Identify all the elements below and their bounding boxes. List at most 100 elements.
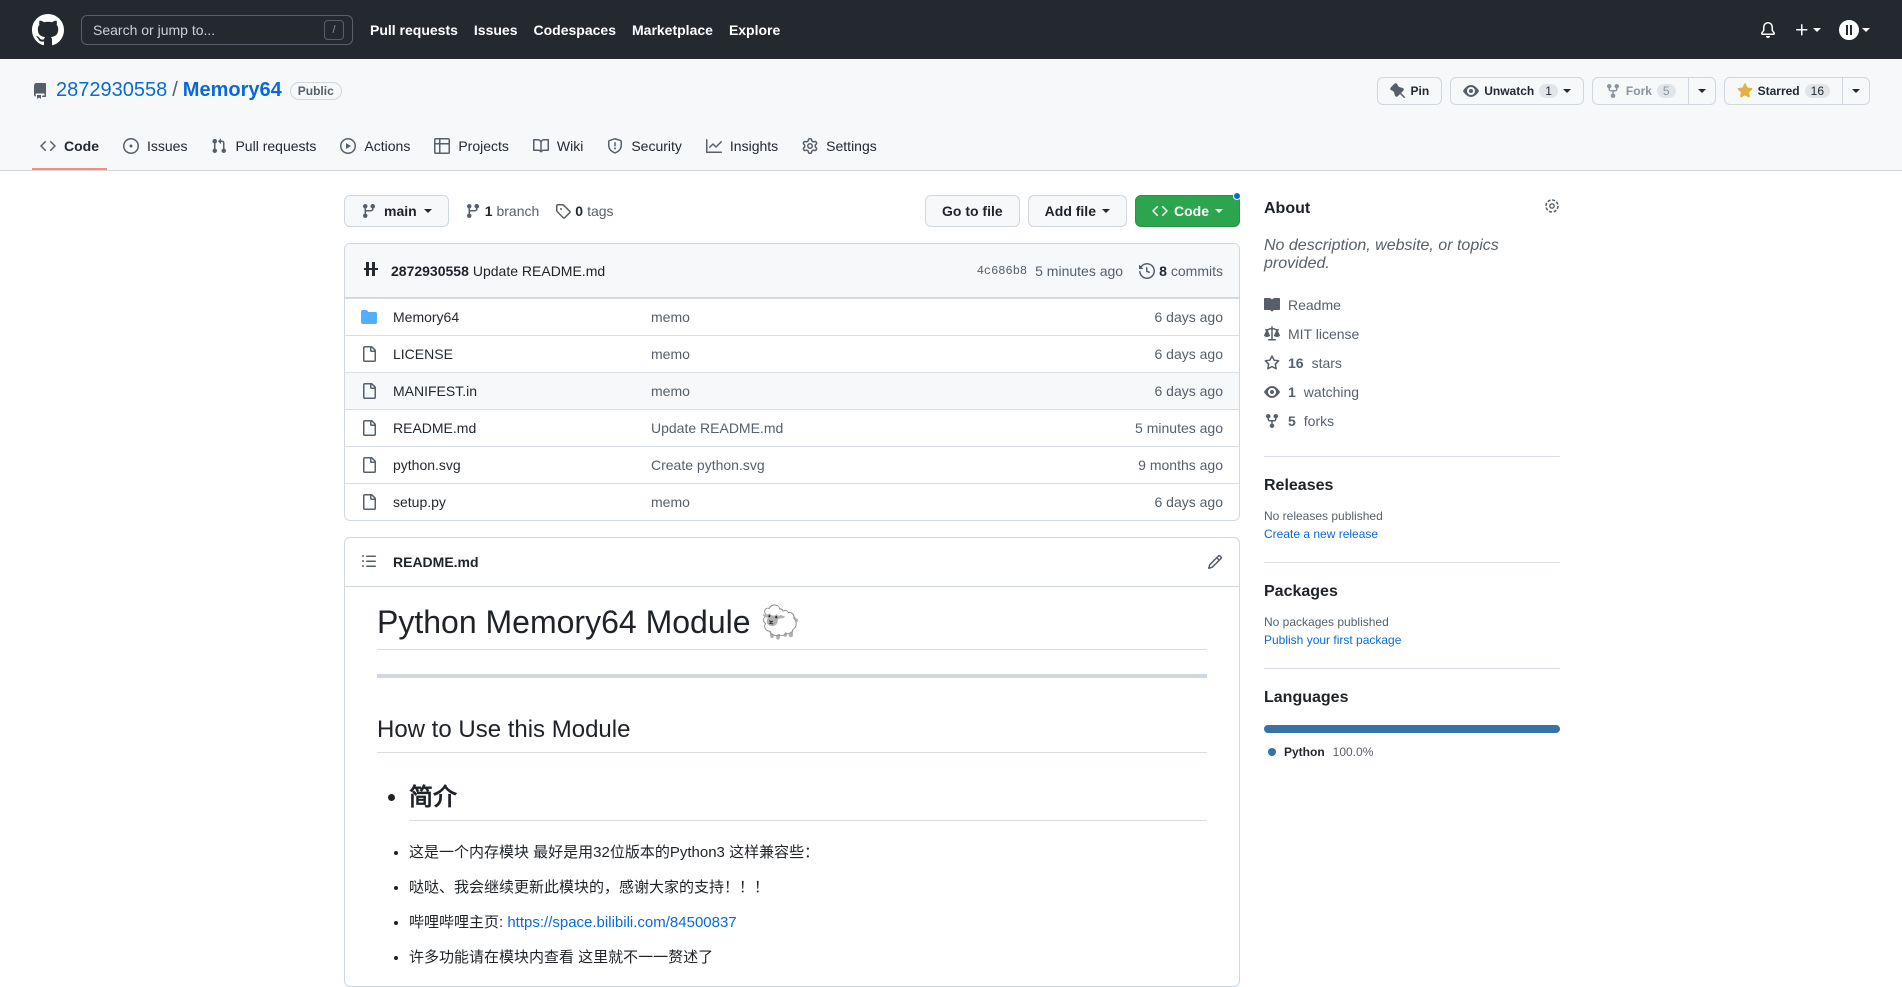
readme-header: README.md <box>345 538 1239 587</box>
pin-button[interactable]: Pin <box>1376 77 1443 105</box>
notification-dot <box>1233 192 1241 200</box>
file-name[interactable]: Memory64 <box>393 309 651 325</box>
fork-button[interactable]: Fork 5 <box>1591 77 1716 105</box>
file-row[interactable]: Memory64 memo 6 days ago <box>345 298 1239 335</box>
tab-security[interactable]: Security <box>599 124 690 170</box>
license-link[interactable]: MIT license <box>1264 319 1560 348</box>
forks-link[interactable]: 5 forks <box>1264 406 1560 435</box>
file-row[interactable]: LICENSE memo 6 days ago <box>345 335 1239 372</box>
go-to-file-button[interactable]: Go to file <box>924 195 1020 227</box>
pin-label: Pin <box>1410 84 1430 98</box>
tab-settings[interactable]: Settings <box>794 124 885 170</box>
branch-icon <box>362 204 375 219</box>
list-icon[interactable] <box>361 553 377 572</box>
add-file-button[interactable]: Add file <box>1027 195 1127 227</box>
tab-projects[interactable]: Projects <box>426 124 517 170</box>
forks-word: forks <box>1303 412 1335 429</box>
author-avatar[interactable] <box>361 259 381 282</box>
play-icon <box>340 138 357 154</box>
file-actions: Go to file Add file Code <box>924 192 1241 227</box>
commit-time: 5 minutes ago <box>1035 262 1124 279</box>
file-name[interactable]: README.md <box>393 420 651 436</box>
file-icon <box>361 420 377 436</box>
tab-issues-label: Issues <box>147 138 188 154</box>
file-name[interactable]: setup.py <box>393 494 651 510</box>
stars-link[interactable]: 16 stars <box>1264 348 1560 377</box>
commits-history-link[interactable]: 8 commits <box>1139 263 1223 279</box>
file-commit-message[interactable]: memo <box>651 383 1155 399</box>
packages-title[interactable]: Packages <box>1264 583 1560 601</box>
watching-link[interactable]: 1 watching <box>1264 377 1560 406</box>
starred-button[interactable]: Starred 16 <box>1723 77 1870 105</box>
file-commit-message[interactable]: memo <box>651 494 1155 510</box>
tab-settings-label: Settings <box>826 138 877 154</box>
language-item[interactable]: Python 100.0% <box>1264 745 1560 759</box>
nav-explore[interactable]: Explore <box>729 22 780 38</box>
file-commit-message[interactable]: memo <box>651 346 1155 362</box>
user-menu[interactable] <box>1839 19 1870 40</box>
tab-code[interactable]: Code <box>32 124 107 170</box>
tags-link[interactable]: 0 tags <box>555 203 614 219</box>
commit-author[interactable]: 2872930558 <box>391 263 469 279</box>
branches-link[interactable]: 1 branch <box>465 203 539 219</box>
file-row[interactable]: setup.py memo 6 days ago <box>345 483 1239 520</box>
file-commit-message[interactable]: Update README.md <box>651 420 1135 436</box>
about-title: About <box>1264 199 1311 217</box>
file-name[interactable]: python.svg <box>393 457 651 473</box>
about-description: No description, website, or topics provi… <box>1264 237 1499 272</box>
tab-issues[interactable]: Issues <box>115 124 195 170</box>
notifications-bell-icon[interactable] <box>1760 21 1776 38</box>
file-name[interactable]: LICENSE <box>393 346 651 362</box>
readme-filename[interactable]: README.md <box>393 554 479 570</box>
fork-label: Fork <box>1625 84 1652 98</box>
repo-name-link[interactable]: Memory64 <box>183 79 282 102</box>
file-age: 6 days ago <box>1154 309 1224 325</box>
search-input[interactable]: Search or jump to... / <box>81 14 353 45</box>
caret-down-icon <box>423 209 432 213</box>
commit-message[interactable]: Update README.md <box>473 263 605 279</box>
issue-icon <box>123 138 139 154</box>
list-item: 许多功能请在模块内查看 这里就不一一赘述了 <box>409 946 1207 967</box>
nav-codespaces[interactable]: Codespaces <box>534 22 616 38</box>
readme-link[interactable]: Readme <box>1264 290 1560 319</box>
github-logo-icon[interactable] <box>32 13 64 46</box>
edit-pencil-icon[interactable] <box>1207 554 1223 570</box>
fork-icon <box>1266 413 1278 428</box>
readme-panel: README.md Python Memory64 Module 🐑 How t… <box>344 537 1240 987</box>
book-icon <box>532 138 549 153</box>
unwatch-button[interactable]: Unwatch 1 <box>1450 77 1584 105</box>
publish-package-link[interactable]: Publish your first package <box>1264 633 1560 647</box>
file-row[interactable]: python.svg Create python.svg 9 months ag… <box>345 446 1239 483</box>
repo-owner-link[interactable]: 2872930558 <box>56 79 167 102</box>
create-release-link[interactable]: Create a new release <box>1264 527 1560 541</box>
about-stats: Readme MIT license 16 stars 1 watching 5… <box>1264 290 1560 435</box>
commit-sha[interactable]: 4c686b8 <box>977 264 1027 278</box>
tab-insights[interactable]: Insights <box>698 124 786 170</box>
book-icon <box>1264 297 1280 311</box>
file-row[interactable]: MANIFEST.in memo 6 days ago <box>345 372 1239 409</box>
tab-wiki[interactable]: Wiki <box>525 124 591 170</box>
star-dropdown[interactable] <box>1842 78 1869 104</box>
releases-title[interactable]: Releases <box>1264 477 1560 495</box>
tag-word: tags <box>587 203 614 219</box>
tab-actions[interactable]: Actions <box>332 124 418 170</box>
folder-icon <box>361 309 377 325</box>
gear-icon[interactable] <box>1544 198 1560 219</box>
nav-issues[interactable]: Issues <box>474 22 518 38</box>
branch-selector-button[interactable]: main <box>344 195 449 227</box>
file-commit-message[interactable]: Create python.svg <box>651 457 1138 473</box>
nav-pull-requests[interactable]: Pull requests <box>370 22 458 38</box>
file-icon <box>361 346 377 362</box>
nav-marketplace[interactable]: Marketplace <box>632 22 713 38</box>
tab-pull-requests[interactable]: Pull requests <box>203 124 324 170</box>
repo-content: main 1 branch 0 tags Go to file Add file… <box>344 172 1241 987</box>
bilibili-link[interactable]: https://space.bilibili.com/84500837 <box>507 914 736 931</box>
file-commit-message[interactable]: memo <box>651 309 1155 325</box>
file-row[interactable]: README.md Update README.md 5 minutes ago <box>345 409 1239 446</box>
fork-dropdown[interactable] <box>1687 78 1715 104</box>
create-new-plus-icon[interactable] <box>1794 22 1821 38</box>
tag-icon <box>556 204 572 219</box>
horizontal-rule <box>377 674 1207 678</box>
code-button[interactable]: Code <box>1135 192 1241 227</box>
file-name[interactable]: MANIFEST.in <box>393 383 651 399</box>
